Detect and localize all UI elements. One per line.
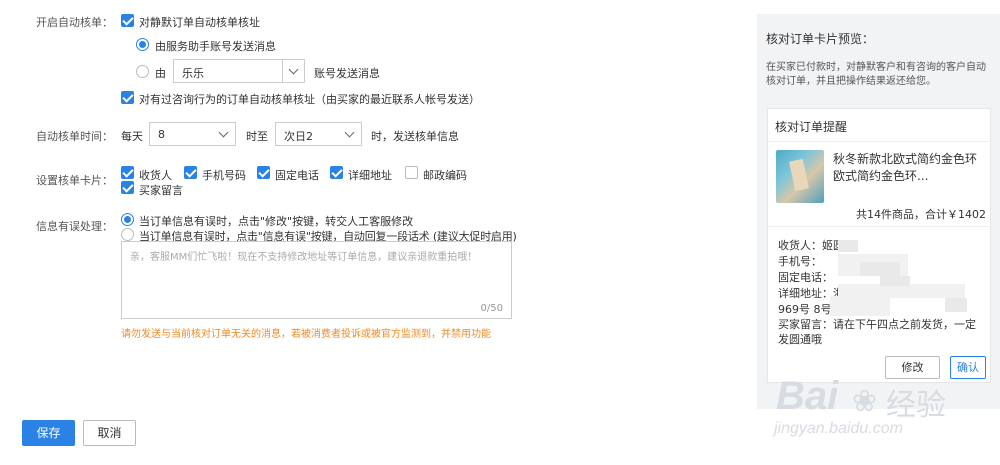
mobile-checkbox[interactable]	[184, 166, 197, 179]
privacy-blur	[880, 276, 910, 286]
send-via-service-label: 由服务助手账号发送消息	[155, 40, 276, 53]
mobile-line: 手机号：	[778, 255, 822, 268]
buyer-message-checkbox[interactable]	[121, 181, 134, 194]
postcode-option-label: 邮政编码	[423, 169, 467, 182]
cancel-button[interactable]: 取消	[83, 420, 136, 446]
recipient-option-label: 收货人	[139, 169, 172, 182]
transfer-to-agent-radio[interactable]	[121, 213, 134, 226]
paw-icon: ❀	[852, 385, 878, 418]
address-checkbox[interactable]	[330, 166, 343, 179]
privacy-blur	[830, 296, 890, 316]
warning-text: 请勿发送与当前核对订单无关的消息，若被消费者投诉或被官方监测到，并禁用功能	[121, 329, 491, 340]
send-via-account-radio[interactable]	[136, 65, 149, 78]
postcode-checkbox[interactable]	[405, 166, 418, 179]
baidu-jingyan-watermark: Bai ❀ 经验 jingyan.baidu.com	[760, 372, 1000, 442]
save-button[interactable]: 保存	[22, 420, 75, 446]
start-hour-select[interactable]: 8	[149, 122, 236, 146]
end-hour-value: 次日2	[284, 130, 313, 143]
auto-verify-label: 开启自动核单：	[36, 16, 113, 29]
auto-reply-textarea[interactable]: 亲，客服MM们忙飞啦！现在不支持修改地址等订单信息，建议亲退款重拍哦！ 0/50	[121, 241, 512, 319]
time-suffix: 时，发送核单信息	[371, 130, 459, 143]
char-count: 0/50	[480, 303, 503, 314]
send-via-account-suffix: 账号发送消息	[314, 67, 380, 80]
watermark-url: jingyan.baidu.com	[774, 420, 903, 437]
account-select-value: 乐乐	[182, 67, 204, 80]
time-middle: 时至	[246, 130, 268, 143]
landline-line: 固定电话：	[778, 271, 833, 284]
silent-orders-checkbox[interactable]	[121, 14, 134, 27]
card-divider	[767, 226, 991, 227]
privacy-blur	[945, 298, 967, 312]
send-via-service-radio[interactable]	[136, 38, 149, 51]
send-via-account-prefix: 由	[155, 67, 166, 80]
product-image-detail	[789, 158, 809, 192]
watermark-brand: Bai	[776, 374, 839, 418]
landline-option-label: 固定电话	[275, 169, 319, 182]
time-prefix: 每天	[121, 130, 143, 143]
start-hour-value: 8	[158, 128, 165, 141]
privacy-blur	[838, 240, 858, 252]
preview-description: 在买家已付款时，对静默客户和有咨询的客户自动核对订单，并且把操作结果返还给您。	[766, 62, 986, 87]
card-divider	[767, 141, 991, 142]
chevron-down-icon	[339, 123, 361, 145]
auto-reply-radio[interactable]	[121, 228, 134, 241]
inquiry-orders-label: 对有过咨询行为的订单自动核单核址（由买家的最近联系人帐号发送）	[139, 93, 480, 106]
transfer-to-agent-label: 当订单信息有误时，点击"修改"按键，转交人工客服修改	[139, 215, 414, 228]
buyer-message-line: 买家留言：请在下午四点之前发货，一定发圆通哦	[778, 318, 976, 346]
card-settings-label: 设置核单卡片：	[36, 174, 113, 187]
recipient-line: 收货人：姬圆	[778, 239, 844, 252]
preview-title: 核对订单卡片预览：	[766, 32, 875, 46]
mobile-option-label: 手机号码	[202, 169, 246, 182]
time-label: 自动核单时间：	[36, 130, 113, 143]
address-option-label: 详细地址	[348, 169, 392, 182]
end-hour-select[interactable]: 次日2	[275, 122, 362, 146]
recipient-checkbox[interactable]	[121, 166, 134, 179]
watermark-brand-cn: 经验	[886, 389, 946, 422]
account-select[interactable]: 乐乐	[173, 59, 305, 83]
silent-orders-label: 对静默订单自动核单核址	[139, 16, 260, 29]
privacy-blur	[860, 262, 900, 276]
order-summary: 共14件商品，合计￥1402	[856, 208, 986, 221]
landline-checkbox[interactable]	[257, 166, 270, 179]
textarea-placeholder: 亲，客服MM们忙飞啦！现在不支持修改地址等订单信息，建议亲退款重拍哦！	[130, 252, 478, 263]
card-header: 核对订单提醒	[775, 120, 848, 134]
error-handling-label: 信息有误处理：	[36, 220, 113, 233]
product-name: 秋冬新款北欧式简约金色环欧式简约金色环...	[833, 152, 978, 183]
product-thumbnail	[776, 150, 824, 203]
chevron-down-icon	[282, 60, 304, 82]
chevron-down-icon	[213, 123, 235, 145]
inquiry-orders-checkbox[interactable]	[121, 91, 134, 104]
buyer-message-option-label: 买家留言	[139, 184, 183, 197]
